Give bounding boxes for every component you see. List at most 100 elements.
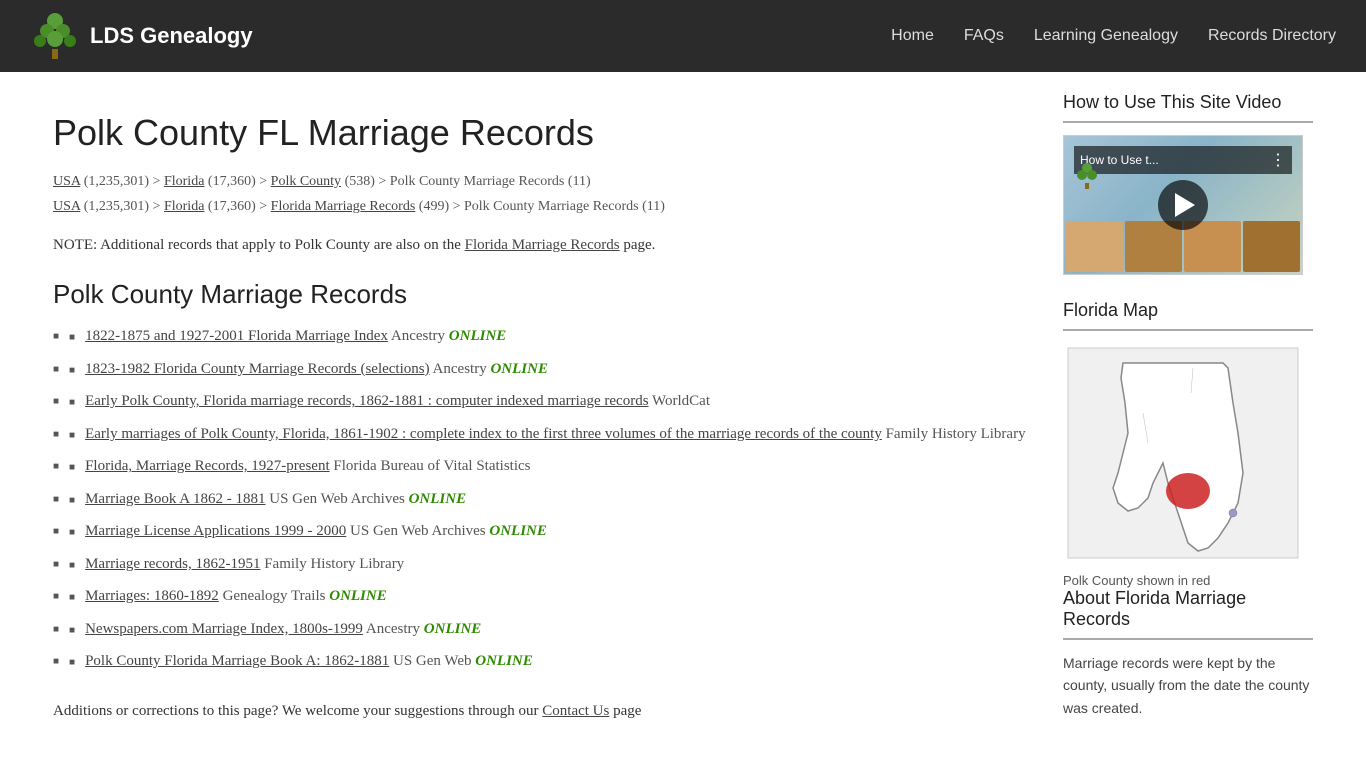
list-item: ■ 1822-1875 and 1927-2001 Florida Marria… [53, 325, 1033, 348]
breadcrumb-usa-1[interactable]: USA [53, 174, 80, 189]
video-section-title: How to Use This Site Video [1063, 92, 1313, 113]
list-bullet: ■ [69, 558, 75, 573]
breadcrumb-polk-1[interactable]: Polk County [271, 174, 341, 189]
breadcrumb-florida-marriage-end: (499) > Polk County Marriage Records (11… [419, 199, 665, 214]
about-text: Marriage records were kept by the county… [1063, 652, 1313, 719]
video-person-4 [1243, 221, 1300, 272]
list-item-content: Marriage records, 1862-1951 Family Histo… [85, 553, 404, 576]
note-paragraph: NOTE: Additional records that apply to P… [53, 237, 1033, 254]
logo-text: LDS Genealogy [90, 23, 253, 49]
florida-map-svg [1063, 343, 1303, 563]
breadcrumb-florida-marriage[interactable]: Florida Marriage Records [271, 199, 416, 214]
online-badge-5: ONLINE [409, 491, 467, 507]
record-link-1[interactable]: 1823-1982 Florida County Marriage Record… [85, 361, 430, 377]
nav-faqs[interactable]: FAQs [964, 27, 1004, 45]
map-divider [1063, 329, 1313, 331]
breadcrumbs: USA (1,235,301) > Florida (17,360) > Pol… [53, 169, 1033, 219]
provider-7: Family History Library [264, 556, 404, 572]
contact-us-link[interactable]: Contact Us [542, 703, 609, 719]
record-link-4[interactable]: Florida, Marriage Records, 1927-present [85, 458, 330, 474]
list-item-content: Early Polk County, Florida marriage reco… [85, 390, 710, 413]
online-badge-9: ONLINE [424, 621, 482, 637]
breadcrumb-florida-count-2: (17,360) > [208, 199, 271, 214]
list-bullet: ■ [69, 363, 75, 378]
record-link-7[interactable]: Marriage records, 1862-1951 [85, 556, 260, 572]
online-badge-1: ONLINE [490, 361, 548, 377]
sidebar: How to Use This Site Video How to Use t.… [1063, 92, 1313, 744]
about-section-title: About Florida Marriage Records [1063, 588, 1313, 630]
provider-6: US Gen Web Archives [350, 523, 489, 539]
section-heading: Polk County Marriage Records [53, 279, 1033, 310]
breadcrumb-usa-count-2: (1,235,301) > [84, 199, 164, 214]
map-caption: Polk County shown in red [1063, 573, 1303, 588]
list-item: ■ Florida, Marriage Records, 1927-presen… [53, 455, 1033, 478]
breadcrumb-line-1: USA (1,235,301) > Florida (17,360) > Pol… [53, 169, 1033, 194]
list-item: ■ Early marriages of Polk County, Florid… [53, 423, 1033, 446]
list-item: ■ Marriage Book A 1862 - 1881 US Gen Web… [53, 488, 1033, 511]
online-badge-6: ONLINE [489, 523, 547, 539]
list-bullet: ■ [69, 395, 75, 410]
list-item: ■ Polk County Florida Marriage Book A: 1… [53, 650, 1033, 673]
florida-map-container: Polk County shown in red [1063, 343, 1303, 563]
breadcrumb-florida-count-1: (17,360) > [208, 174, 271, 189]
records-list: ■ 1822-1875 and 1927-2001 Florida Marria… [53, 325, 1033, 673]
online-badge-10: ONLINE [475, 653, 533, 669]
list-item-content: Marriages: 1860-1892 Genealogy Trails ON… [85, 585, 387, 608]
list-bullet: ■ [69, 623, 75, 638]
video-section: How to Use This Site Video How to Use t.… [1063, 92, 1313, 275]
list-item-content: Marriage Book A 1862 - 1881 US Gen Web A… [85, 488, 466, 511]
list-bullet: ■ [69, 655, 75, 670]
about-section: About Florida Marriage Records Marriage … [1063, 588, 1313, 719]
play-button[interactable] [1158, 180, 1208, 230]
list-item: ■ 1823-1982 Florida County Marriage Reco… [53, 358, 1033, 381]
online-badge-0: ONLINE [449, 328, 507, 344]
list-bullet: ■ [69, 493, 75, 508]
list-item-content: Newspapers.com Marriage Index, 1800s-199… [85, 618, 481, 641]
record-link-0[interactable]: 1822-1875 and 1927-2001 Florida Marriage… [85, 328, 388, 344]
map-section-title: Florida Map [1063, 300, 1313, 321]
provider-4: Florida Bureau of Vital Statistics [333, 458, 530, 474]
record-link-3[interactable]: Early marriages of Polk County, Florida,… [85, 426, 882, 442]
list-bullet: ■ [69, 330, 75, 345]
list-item: ■ Marriage records, 1862-1951 Family His… [53, 553, 1033, 576]
provider-9: Ancestry [366, 621, 424, 637]
list-item: ■ Marriage License Applications 1999 - 2… [53, 520, 1033, 543]
about-divider [1063, 638, 1313, 640]
list-bullet: ■ [69, 428, 75, 443]
florida-marriage-records-link[interactable]: Florida Marriage Records [465, 237, 620, 253]
record-link-2[interactable]: Early Polk County, Florida marriage reco… [85, 393, 648, 409]
record-link-6[interactable]: Marriage License Applications 1999 - 200… [85, 523, 346, 539]
video-thumbnail[interactable]: How to Use t... ⋮ [1063, 135, 1303, 275]
breadcrumb-florida-2[interactable]: Florida [164, 199, 204, 214]
provider-5: US Gen Web Archives [269, 491, 408, 507]
note-text-start: NOTE: Additional records that apply to P… [53, 237, 461, 253]
list-item-content: Polk County Florida Marriage Book A: 186… [85, 650, 533, 673]
video-divider [1063, 121, 1313, 123]
record-link-10[interactable]: Polk County Florida Marriage Book A: 186… [85, 653, 389, 669]
breadcrumb-florida-1[interactable]: Florida [164, 174, 204, 189]
nav-records-directory[interactable]: Records Directory [1208, 27, 1336, 45]
additions-note: Additions or corrections to this page? W… [53, 703, 1033, 720]
breadcrumb-usa-2[interactable]: USA [53, 199, 80, 214]
record-link-8[interactable]: Marriages: 1860-1892 [85, 588, 219, 604]
video-logo-icon [1072, 161, 1102, 191]
provider-2: WorldCat [652, 393, 710, 409]
note-text-end: page. [623, 237, 655, 253]
list-item-content: Early marriages of Polk County, Florida,… [85, 423, 1025, 446]
record-link-5[interactable]: Marriage Book A 1862 - 1881 [85, 491, 265, 507]
video-title-bar: How to Use t... ⋮ [1074, 146, 1292, 174]
list-bullet: ■ [69, 590, 75, 605]
breadcrumb-polk-end-1: (538) > Polk County Marriage Records (11… [345, 174, 591, 189]
record-link-9[interactable]: Newspapers.com Marriage Index, 1800s-199… [85, 621, 363, 637]
provider-8: Genealogy Trails [223, 588, 330, 604]
video-menu-dots-icon: ⋮ [1270, 150, 1286, 170]
nav-home[interactable]: Home [891, 27, 934, 45]
list-item-content: Marriage License Applications 1999 - 200… [85, 520, 547, 543]
nav-learning-genealogy[interactable]: Learning Genealogy [1034, 27, 1178, 45]
video-person-1 [1066, 221, 1123, 272]
florida-map-section: Florida Map Polk County shown [1063, 300, 1313, 563]
provider-1: Ancestry [433, 361, 491, 377]
logo-area[interactable]: LDS Genealogy [30, 11, 891, 61]
provider-0: Ancestry [391, 328, 449, 344]
list-item-content: 1823-1982 Florida County Marriage Record… [85, 358, 548, 381]
